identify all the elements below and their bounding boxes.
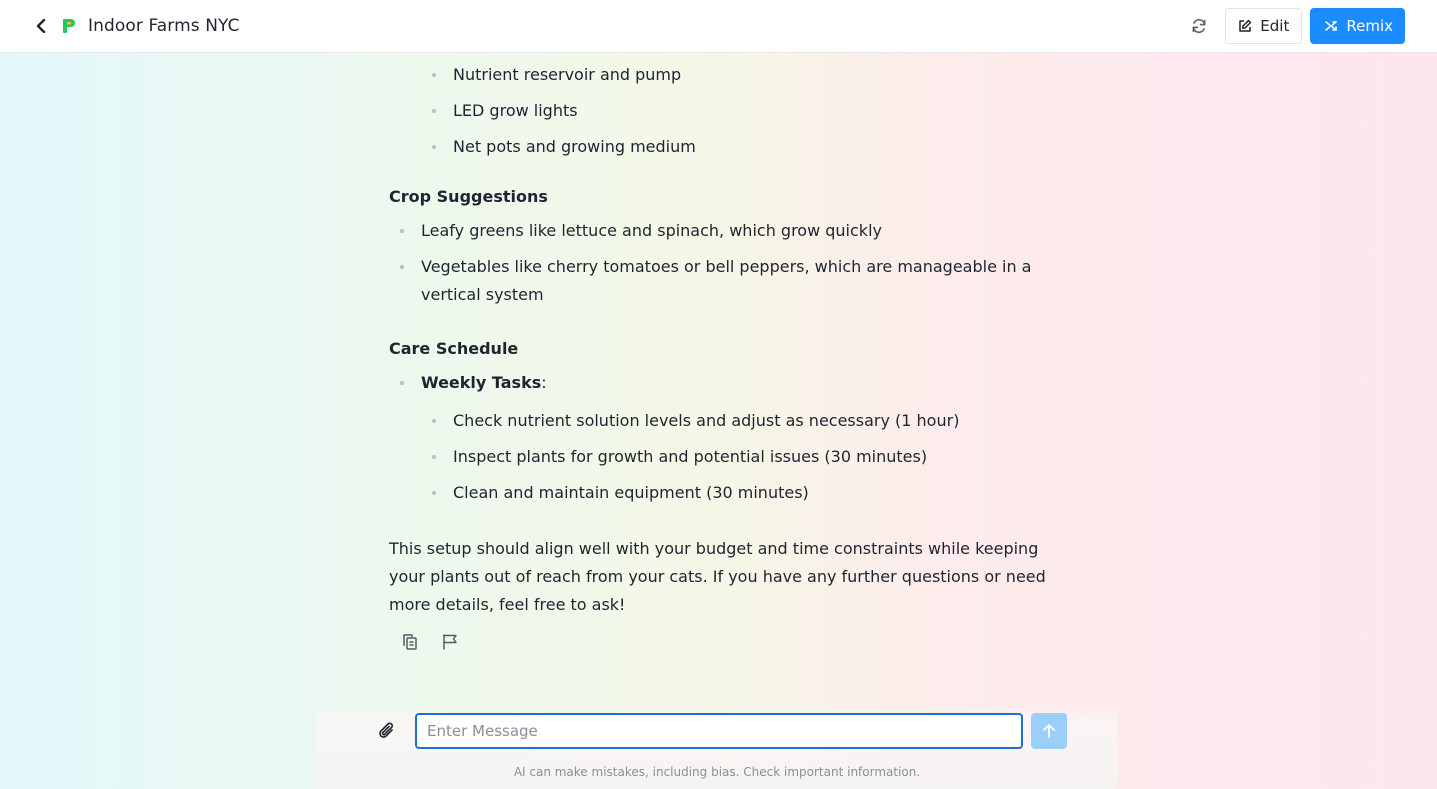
- remix-icon: [1324, 19, 1338, 33]
- app-logo-icon: [60, 17, 78, 35]
- list-item: LED grow lights: [432, 93, 1054, 129]
- care-schedule-heading: Care Schedule: [389, 339, 519, 358]
- edit-button-label: Edit: [1260, 17, 1290, 35]
- list-item: Check nutrient solution levels and adjus…: [432, 403, 1054, 439]
- refresh-icon[interactable]: [1183, 10, 1215, 42]
- header-actions: Edit Remix: [1183, 8, 1405, 44]
- header-left: Indoor Farms NYC: [32, 16, 240, 36]
- list-item: Net pots and growing medium: [432, 129, 1054, 165]
- message-composer: AI can make mistakes, including bias. Ch…: [317, 704, 1117, 789]
- flag-icon[interactable]: [439, 631, 461, 653]
- send-button[interactable]: [1031, 713, 1067, 749]
- care-list: Weekly Tasks: Check nutrient solution le…: [389, 369, 1054, 511]
- back-chevron-icon[interactable]: [32, 17, 50, 35]
- app-header: Indoor Farms NYC Edit Remix: [0, 0, 1437, 53]
- copy-icon[interactable]: [399, 631, 421, 653]
- crop-suggestions-heading: Crop Suggestions: [389, 187, 548, 206]
- remix-button-label: Remix: [1346, 17, 1393, 35]
- page-title: Indoor Farms NYC: [88, 16, 240, 36]
- list-item: Leafy greens like lettuce and spinach, w…: [400, 217, 1054, 245]
- arrow-up-icon: [1042, 723, 1056, 739]
- assistant-message: Nutrient reservoir and pump LED grow lig…: [389, 53, 1054, 653]
- message-input[interactable]: [415, 713, 1023, 749]
- weekly-tasks-colon: :: [541, 373, 547, 392]
- paperclip-icon[interactable]: [375, 719, 399, 743]
- list-item: Vegetables like cherry tomatoes or bell …: [400, 253, 1054, 309]
- remix-button[interactable]: Remix: [1310, 8, 1405, 44]
- list-item: Nutrient reservoir and pump: [432, 57, 1054, 93]
- list-item: Clean and maintain equipment (30 minutes…: [432, 475, 1054, 511]
- edit-button[interactable]: Edit: [1225, 8, 1303, 44]
- edit-pencil-icon: [1238, 19, 1252, 33]
- weekly-tasks-label: Weekly Tasks: [421, 373, 542, 392]
- equipment-list: Nutrient reservoir and pump LED grow lig…: [389, 57, 1054, 165]
- message-actions: [389, 631, 1054, 653]
- closing-paragraph: This setup should align well with your b…: [389, 539, 1046, 614]
- ai-disclaimer: AI can make mistakes, including bias. Ch…: [513, 765, 921, 779]
- crop-list: Leafy greens like lettuce and spinach, w…: [389, 217, 1054, 309]
- list-item: Inspect plants for growth and potential …: [432, 439, 1054, 475]
- list-item: Weekly Tasks: Check nutrient solution le…: [400, 369, 1054, 511]
- weekly-tasks-list: Check nutrient solution levels and adjus…: [421, 403, 1054, 511]
